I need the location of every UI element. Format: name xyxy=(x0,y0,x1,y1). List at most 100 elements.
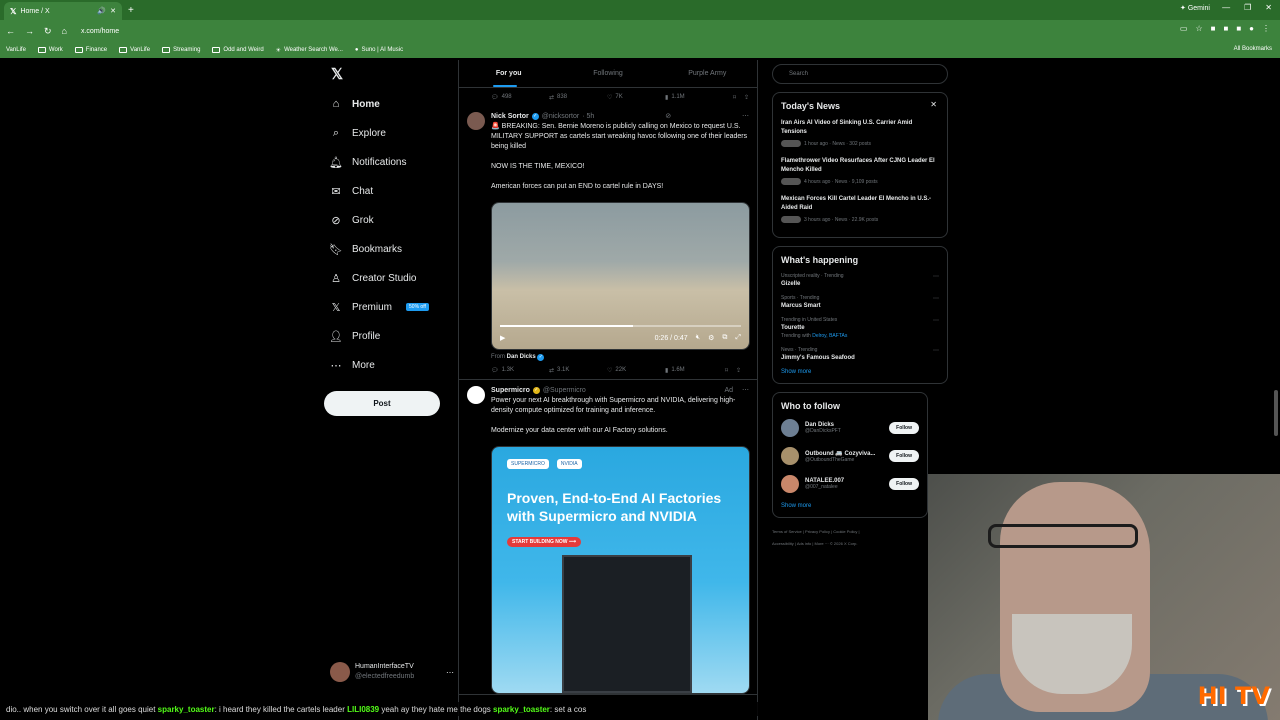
ad-image[interactable]: SUPERMICRO NVIDIA Proven, End-to-End AI … xyxy=(491,446,750,694)
bookmark-icon[interactable]: ⌑ xyxy=(733,94,736,101)
follow-button[interactable]: Follow xyxy=(889,422,919,434)
play-icon[interactable]: ▶ xyxy=(500,334,505,342)
close-tab-icon[interactable]: ✕ xyxy=(110,7,116,15)
news-item[interactable]: Flamethrower Video Resurfaces After CJNG… xyxy=(781,157,939,185)
nav-bookmarks[interactable]: 🔖︎ Bookmarks xyxy=(329,240,402,258)
bookmark-icon[interactable]: ⌑ xyxy=(725,367,728,374)
gemini-button[interactable]: ✦ Gemini xyxy=(1180,4,1210,12)
tweet-author[interactable]: Supermicro xyxy=(491,387,530,394)
bookmark-item[interactable]: VanLife xyxy=(6,47,26,53)
account-switcher[interactable]: HumanInterfaceTV @electedfreedumb ⋯ xyxy=(330,662,454,682)
follow-button[interactable]: Follow xyxy=(889,478,919,490)
follow-suggestion[interactable]: NATALEE.007 @007_natalee Follow xyxy=(781,475,919,493)
more-icon[interactable]: ⋯ xyxy=(742,112,749,120)
share-icon[interactable]: ⇪ xyxy=(744,94,749,101)
nav-creator-studio[interactable]: ♙ Creator Studio xyxy=(330,269,416,287)
follow-suggestion[interactable]: Dan Dicks @DanDicksPFT Follow xyxy=(781,419,919,437)
more-icon[interactable]: ⋯ xyxy=(742,386,749,394)
fullscreen-icon[interactable]: ⤢ xyxy=(735,334,741,342)
bookmark-item[interactable]: Streaming xyxy=(162,47,200,53)
show-more-link[interactable]: Show more xyxy=(781,503,919,509)
news-item[interactable]: Mexican Forces Kill Cartel Leader El Men… xyxy=(781,195,939,223)
tab-purple-army[interactable]: Purple Army xyxy=(658,60,757,87)
trend-with[interactable]: Delroy, BAFTAs xyxy=(812,333,847,339)
browser-tab[interactable]: 𝕏 Home / X 🔊 ✕ xyxy=(4,2,122,20)
footer-line[interactable]: Accessibility | Ads info | More ··· © 20… xyxy=(772,538,948,550)
star-icon[interactable]: ☆ xyxy=(1195,24,1202,33)
close-icon[interactable]: ✕ xyxy=(930,100,937,109)
follow-button[interactable]: Follow xyxy=(889,450,919,462)
avatar[interactable] xyxy=(781,419,799,437)
bookmark-item[interactable]: Work xyxy=(37,47,63,53)
grok-icon[interactable]: ⊘ xyxy=(665,112,671,120)
bookmark-item[interactable]: VanLife xyxy=(119,47,150,53)
more-icon[interactable]: ⋯ xyxy=(933,295,939,302)
news-item[interactable]: Iran Airs AI Video of Sinking U.S. Carri… xyxy=(781,119,939,147)
repost-button[interactable]: ⇄ 838 xyxy=(549,94,607,101)
close-window-button[interactable]: ✕ xyxy=(1265,3,1272,12)
share-icon[interactable]: ⇪ xyxy=(736,367,741,374)
pip-icon[interactable]: ⧉ xyxy=(722,334,727,342)
maximize-button[interactable]: ❐ xyxy=(1244,3,1251,12)
nav-chat[interactable]: ✉ Chat xyxy=(330,182,373,200)
home-button[interactable]: ⌂ xyxy=(62,26,67,36)
bookmark-item[interactable]: Finance xyxy=(74,47,107,53)
ad-cta-button[interactable]: START BUILDING NOW ⟶ xyxy=(507,537,582,547)
more-icon[interactable]: ⋯ xyxy=(933,273,939,280)
extension-icon[interactable]: ■ xyxy=(1236,24,1241,33)
repost-button[interactable]: ⇄ 3.1K xyxy=(549,367,607,374)
extension-icon[interactable]: ■ xyxy=(1223,24,1228,33)
nav-home[interactable]: ⌂ Home xyxy=(330,95,380,113)
all-bookmarks[interactable]: All Bookmarks xyxy=(1234,46,1272,52)
nav-more[interactable]: ⋯ More xyxy=(330,356,375,374)
reply-button[interactable]: 💬︎ 1.3K xyxy=(491,367,549,374)
trend-item[interactable]: Trending in United States Tourette Trendin… xyxy=(781,317,939,339)
avatar[interactable] xyxy=(467,112,485,130)
back-button[interactable]: ← xyxy=(6,26,15,36)
profile-icon[interactable]: ● xyxy=(1249,24,1254,33)
cast-icon[interactable]: ▭ xyxy=(1180,24,1188,33)
forward-button[interactable]: → xyxy=(25,26,34,36)
x-logo-icon[interactable]: 𝕏 xyxy=(331,65,343,83)
reply-button[interactable]: 💬︎ 498 xyxy=(491,94,549,101)
show-more-link[interactable]: Show more xyxy=(781,369,939,375)
nav-premium[interactable]: 𝕏 Premium 50% off xyxy=(330,298,429,316)
ad-creative[interactable]: SUPERMICRO NVIDIA Proven, End-to-End AI … xyxy=(492,447,749,693)
from-name[interactable]: Dan Dicks xyxy=(507,354,536,360)
more-icon[interactable]: ⋯ xyxy=(933,317,939,324)
follow-suggestion[interactable]: Outbound 🚐 Cozyviva... @OutboundTheGame Fo… xyxy=(781,447,919,465)
tweet-author[interactable]: Nick Sortor xyxy=(491,113,529,120)
tweet[interactable]: Nick Sortor ✓ @nicksortor · 5h ⊘ ⋯ 🚨 BRE… xyxy=(459,106,757,380)
like-button[interactable]: ♡ 22K xyxy=(607,367,665,374)
ad-tweet[interactable]: Supermicro ✓ @Supermicro Ad ⋯ Power your… xyxy=(459,380,757,695)
extension-icon[interactable]: ■ xyxy=(1211,24,1216,33)
like-button[interactable]: ♡ 7K xyxy=(607,94,665,101)
trend-item[interactable]: News · Trending Jimmy's Famous Seafood ⋯ xyxy=(781,347,939,361)
bookmark-item[interactable]: ● Suno | AI Music xyxy=(355,47,403,53)
video-player[interactable]: ▶ 0:26 / 0:47 🔇︎ ⚙ ⧉ ⤢ xyxy=(491,202,750,350)
nav-notifications[interactable]: 🔔︎ Notifications xyxy=(329,153,406,171)
tab-following[interactable]: Following xyxy=(558,60,657,87)
avatar[interactable] xyxy=(781,475,799,493)
url-field[interactable]: x.com/home xyxy=(81,28,119,35)
bookmark-item[interactable]: Odd and Weird xyxy=(212,47,264,53)
more-icon[interactable]: ⋯ xyxy=(933,347,939,354)
new-tab-button[interactable]: + xyxy=(128,5,134,16)
search-input[interactable]: Search xyxy=(772,64,948,84)
tweet-handle[interactable]: @nicksortor xyxy=(542,113,579,120)
post-button[interactable]: Post xyxy=(324,391,440,416)
trend-item[interactable]: Unscripted reality · Trending Gizelle ⋯ xyxy=(781,273,939,287)
reload-button[interactable]: ↻ xyxy=(44,26,52,37)
views-button[interactable]: ▮ 1.1M xyxy=(665,94,723,101)
minimize-button[interactable]: — xyxy=(1222,3,1230,12)
mute-icon[interactable]: 🔇︎ xyxy=(696,334,700,342)
nav-explore[interactable]: ⌕ Explore xyxy=(330,124,386,142)
scrollbar[interactable] xyxy=(1274,390,1278,436)
nav-grok[interactable]: ⊘ Grok xyxy=(330,211,373,229)
tweet-handle[interactable]: @Supermicro xyxy=(543,387,586,394)
bookmark-item[interactable]: ☀ Weather Search We... xyxy=(276,47,343,54)
menu-icon[interactable]: ⋮ xyxy=(1262,24,1270,33)
views-button[interactable]: ▮ 1.6M xyxy=(665,367,723,374)
footer-line[interactable]: Terms of Service | Privacy Policy | Cook… xyxy=(772,526,948,538)
settings-icon[interactable]: ⚙ xyxy=(708,334,714,342)
